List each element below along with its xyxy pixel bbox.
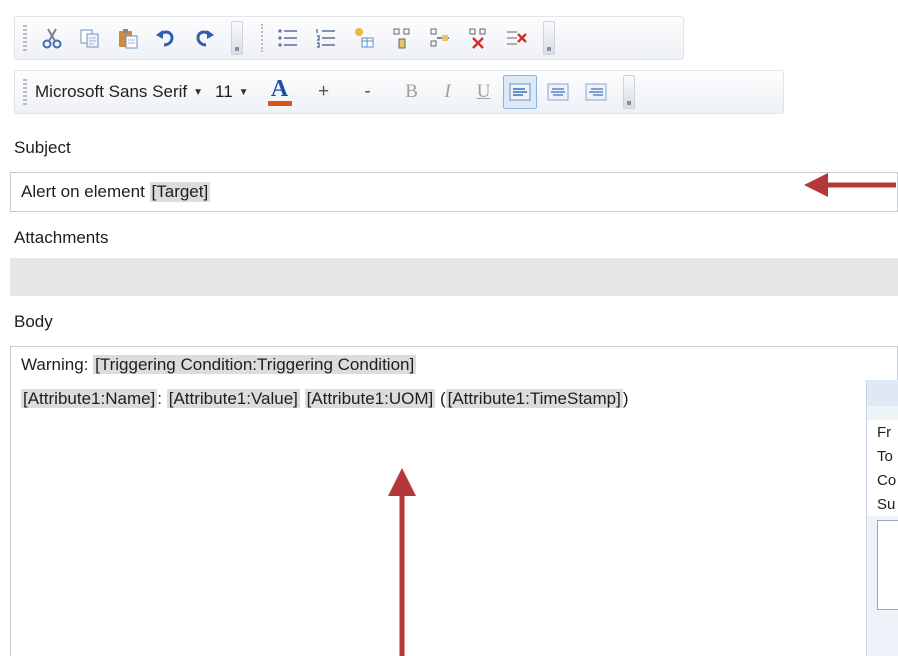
format-toolbar: Microsoft Sans Serif ▼ 11 ▼ A + - B I U xyxy=(14,70,784,114)
body-text: : xyxy=(157,389,167,408)
insert-row-icon xyxy=(393,28,410,49)
delete-column-icon xyxy=(507,31,527,45)
align-right-icon xyxy=(585,83,607,101)
chevron-down-icon: ▼ xyxy=(193,86,204,98)
body-text: ( xyxy=(435,389,446,408)
font-color-icon: A xyxy=(270,76,289,102)
font-size-select[interactable]: 11 ▼ xyxy=(215,82,249,102)
attribute-value-token[interactable]: [Attribute1:Value] xyxy=(166,389,300,408)
grow-font-button[interactable]: + xyxy=(307,75,341,109)
edit-toolbar xyxy=(14,16,684,60)
body-text: ) xyxy=(622,389,629,408)
attachments-label: Attachments xyxy=(0,218,898,258)
body-line-warning: Warning: [Triggering Condition:Triggerin… xyxy=(21,355,887,375)
align-left-icon xyxy=(509,83,531,101)
numbered-list-button[interactable] xyxy=(309,21,343,55)
font-size-value: 11 xyxy=(215,82,233,101)
subject-target-token[interactable]: [Target] xyxy=(149,182,211,202)
insert-table-button[interactable] xyxy=(347,21,381,55)
toolbar-overflow[interactable] xyxy=(622,75,635,109)
italic-button[interactable]: I xyxy=(431,75,465,109)
delete-column-button[interactable] xyxy=(499,21,533,55)
underline-button[interactable]: U xyxy=(467,75,501,109)
bullet-list-icon xyxy=(278,29,297,47)
preview-to-label: To xyxy=(867,444,898,468)
preview-body-box xyxy=(877,520,898,610)
insert-table-icon xyxy=(355,28,374,48)
font-color-swatch xyxy=(267,101,292,106)
subject-text: Alert on element xyxy=(21,182,150,201)
insert-row-button[interactable] xyxy=(385,21,419,55)
paste-button[interactable] xyxy=(111,21,145,55)
attribute-timestamp-token[interactable]: [Attribute1:TimeStamp] xyxy=(445,389,623,408)
subject-label: Subject xyxy=(0,128,898,168)
cut-button[interactable] xyxy=(35,21,69,55)
copy-icon xyxy=(80,29,99,48)
body-label: Body xyxy=(0,302,898,342)
delete-row-button[interactable] xyxy=(461,21,495,55)
paste-icon xyxy=(119,29,138,49)
triggering-condition-token[interactable]: [Triggering Condition:Triggering Conditi… xyxy=(93,355,417,374)
preview-cc-label: Co xyxy=(867,468,898,492)
toolbar-overflow[interactable] xyxy=(543,21,555,55)
align-center-icon xyxy=(547,83,569,101)
delete-row-icon xyxy=(469,28,486,49)
toolbar-grip[interactable] xyxy=(23,79,27,105)
preview-subject-label: Su xyxy=(867,492,898,516)
preview-header xyxy=(867,380,898,406)
align-right-button[interactable] xyxy=(579,75,613,109)
undo-button[interactable] xyxy=(149,21,183,55)
body-field[interactable]: Warning: [Triggering Condition:Triggerin… xyxy=(10,346,898,656)
align-center-button[interactable] xyxy=(541,75,575,109)
toolbar-separator xyxy=(261,24,263,52)
copy-button[interactable] xyxy=(73,21,107,55)
chevron-down-icon: ▼ xyxy=(238,86,249,98)
redo-icon xyxy=(196,30,214,47)
toolbar-overflow[interactable] xyxy=(231,21,243,55)
bold-button[interactable]: B xyxy=(395,75,429,109)
attribute-uom-token[interactable]: [Attribute1:UOM] xyxy=(304,389,436,408)
insert-column-icon xyxy=(430,28,449,47)
align-left-button[interactable] xyxy=(502,75,537,109)
body-line-attribute: [Attribute1:Name]: [Attribute1:Value] [A… xyxy=(21,389,887,409)
body-text xyxy=(300,389,305,408)
redo-button[interactable] xyxy=(187,21,221,55)
preview-from-label: Fr xyxy=(867,420,898,444)
shrink-font-button[interactable]: - xyxy=(351,75,385,109)
email-preview-panel: Fr To Co Su xyxy=(866,380,898,656)
insert-column-button[interactable] xyxy=(423,21,457,55)
bullet-list-button[interactable] xyxy=(271,21,305,55)
toolbar-grip[interactable] xyxy=(23,25,27,51)
subject-field[interactable]: Alert on element [Target] xyxy=(10,172,898,212)
undo-icon xyxy=(156,30,174,47)
body-text: Warning: xyxy=(21,355,94,374)
attribute-name-token[interactable]: [Attribute1:Name] xyxy=(21,389,158,408)
font-color-button[interactable]: A xyxy=(263,75,297,109)
font-family-select[interactable]: Microsoft Sans Serif ▼ xyxy=(35,82,203,102)
numbered-list-icon xyxy=(316,29,335,48)
attachments-area[interactable] xyxy=(10,258,898,296)
cut-icon xyxy=(42,28,62,49)
font-family-value: Microsoft Sans Serif xyxy=(35,82,188,101)
